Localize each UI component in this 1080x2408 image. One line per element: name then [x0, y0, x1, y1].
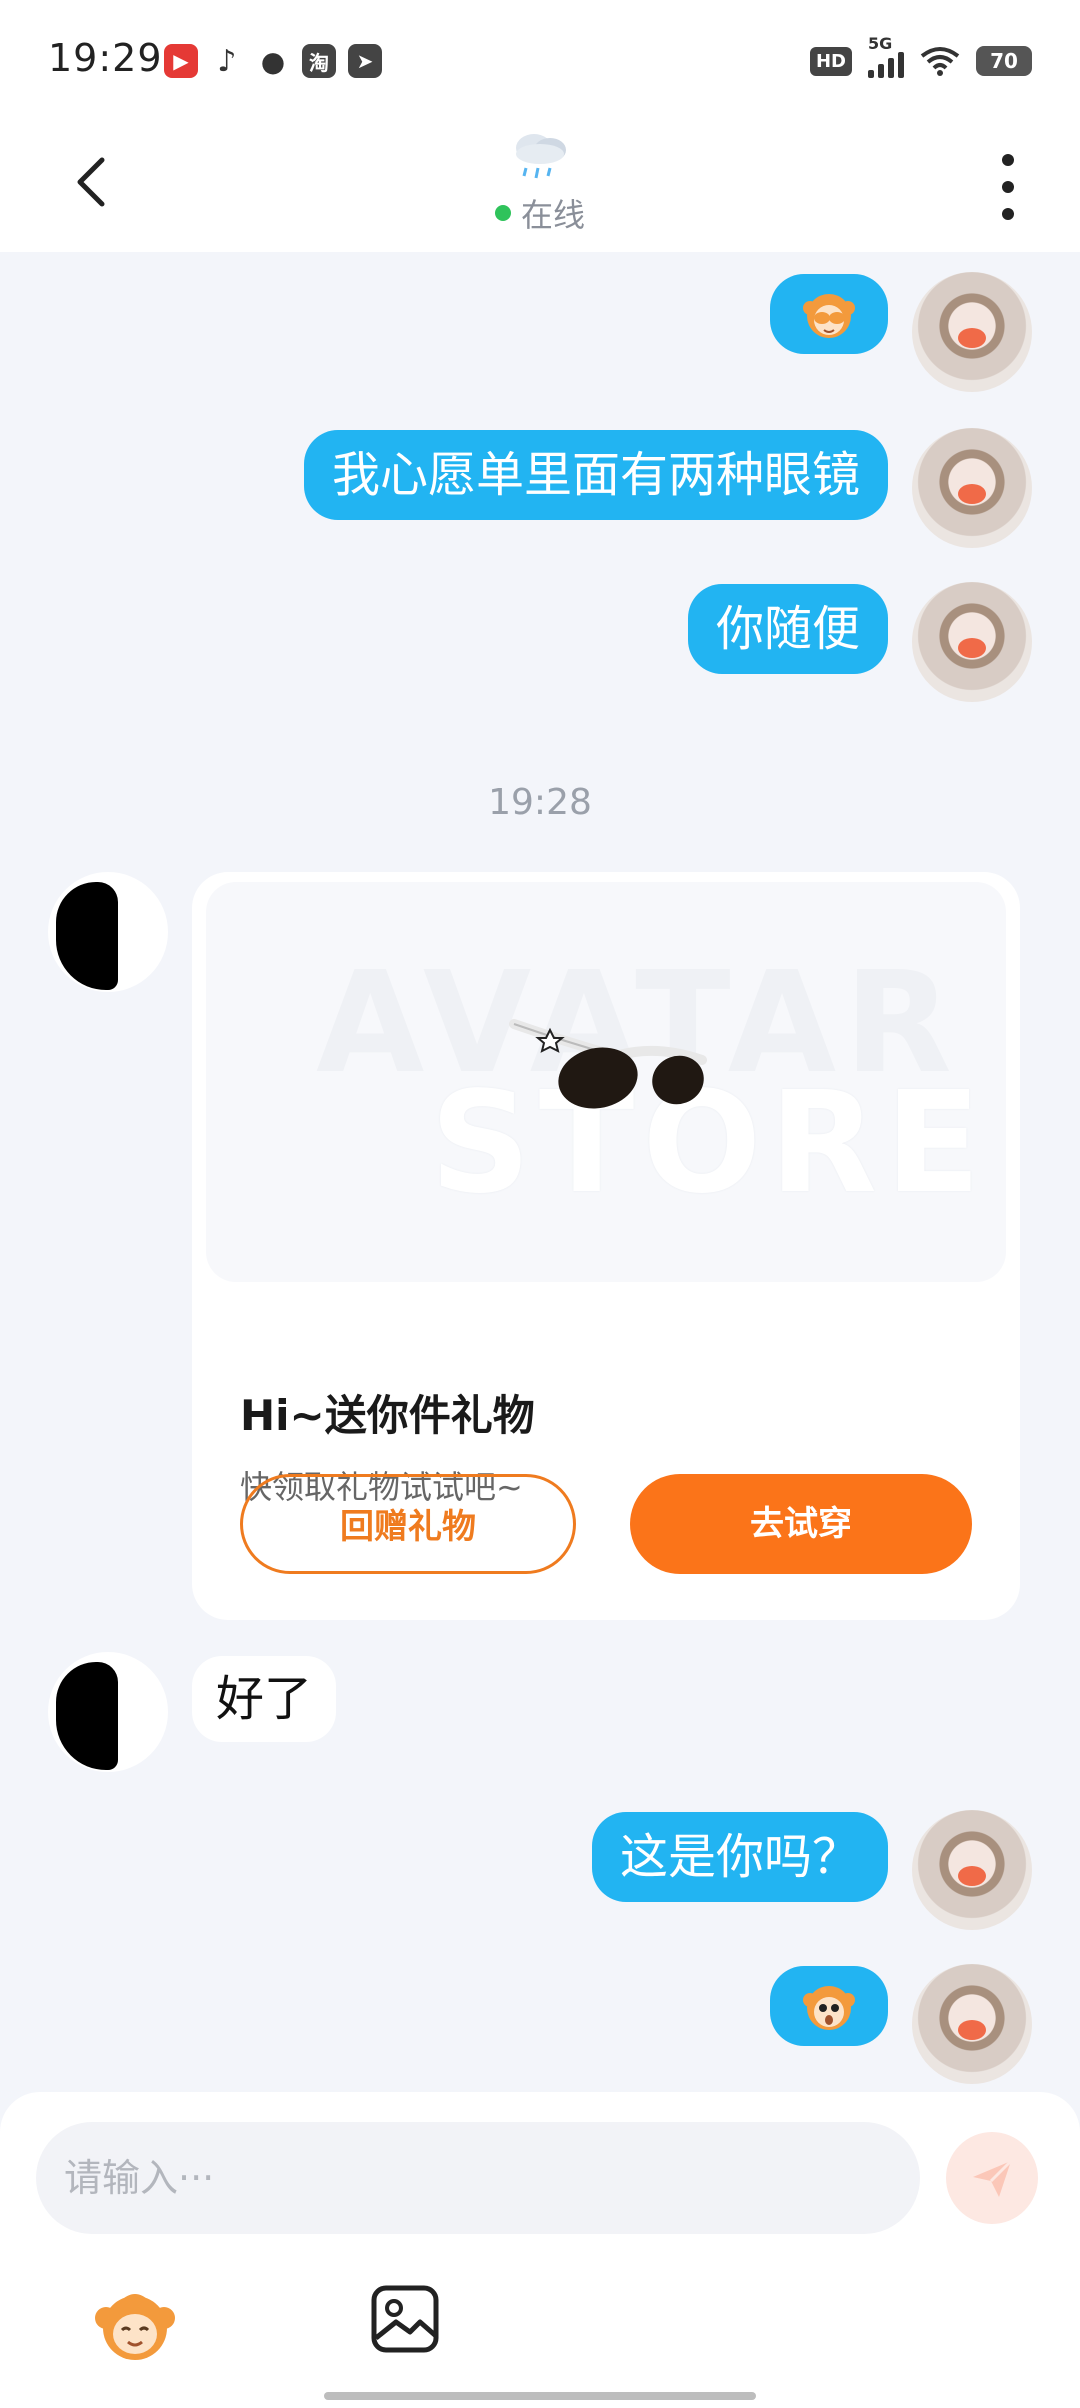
emoji-message[interactable] [770, 274, 888, 354]
signal-icon: 5G [868, 34, 904, 78]
sunglasses-icon [509, 1019, 707, 1109]
battery-icon: 70 [976, 46, 1032, 76]
send-app-icon: ➤ [348, 44, 382, 78]
message-bubble[interactable]: 这是你吗？ [591, 1812, 888, 1902]
more-dot [1002, 181, 1014, 193]
my-avatar[interactable] [912, 1964, 1032, 2084]
my-avatar[interactable] [912, 582, 1032, 702]
online-status: 在线 [0, 190, 1080, 236]
monkey-surprised-icon [803, 1986, 855, 2030]
monkey-sticker-icon[interactable] [92, 2282, 178, 2368]
network-type: 5G [868, 34, 893, 53]
more-options-button[interactable] [996, 154, 1020, 220]
gift-card[interactable]: AVATAR STORE Hi~送你件礼物 快领取礼物试试吧~ 回赠礼物 去试穿 [192, 872, 1020, 1620]
wifi-icon [920, 47, 960, 76]
monkey-covering-face-icon [803, 294, 855, 338]
my-avatar[interactable] [912, 428, 1032, 548]
contact-avatar[interactable] [48, 1652, 168, 1772]
video-app-icon: ▶ [164, 44, 198, 78]
send-button[interactable] [946, 2132, 1038, 2224]
hd-icon: HD [809, 46, 852, 76]
message-bubble[interactable]: 我心愿单里面有两种眼镜 [303, 430, 888, 520]
chat-messages[interactable]: 我心愿单里面有两种眼镜 你随便 19:28 AVATAR STORE Hi~送你… [0, 252, 1080, 2092]
try-on-button[interactable]: 去试穿 [630, 1474, 972, 1574]
system-icons: HD 5G 70 [809, 34, 1032, 78]
more-dot [1002, 154, 1014, 166]
more-dot [1002, 208, 1014, 220]
gift-image: AVATAR STORE [206, 882, 1006, 1282]
my-avatar[interactable] [912, 1810, 1032, 1930]
input-area [0, 2092, 1080, 2408]
gift-title: Hi~送你件礼物 [240, 1391, 535, 1440]
rain-cloud-icon [516, 134, 566, 179]
contact-avatar[interactable] [48, 872, 168, 992]
status-bar: 19:29 ▶ ♪ ● 淘 ➤ HD 5G 70 [0, 0, 1080, 120]
online-label: 在线 [520, 196, 585, 234]
my-avatar[interactable] [912, 272, 1032, 392]
notification-icons: ▶ ♪ ● 淘 ➤ [164, 43, 382, 79]
status-time: 19:29 [48, 36, 163, 80]
image-icon[interactable] [368, 2282, 442, 2356]
message-timestamp: 19:28 [488, 782, 592, 823]
home-indicator[interactable] [324, 2392, 756, 2400]
douyin-icon: ♪ [217, 43, 237, 79]
message-bubble[interactable]: 你随便 [687, 584, 888, 674]
wechat-icon: ● [260, 44, 286, 78]
online-dot [494, 205, 511, 221]
emoji-message[interactable] [770, 1966, 888, 2046]
chat-header: 在线 [0, 120, 1080, 252]
taobao-icon: 淘 [302, 44, 336, 78]
send-icon [973, 2159, 1013, 2197]
header-center: 在线 [0, 128, 1080, 236]
message-input[interactable] [36, 2122, 920, 2234]
return-gift-button[interactable]: 回赠礼物 [240, 1474, 576, 1574]
message-bubble[interactable]: 好了 [192, 1656, 337, 1742]
